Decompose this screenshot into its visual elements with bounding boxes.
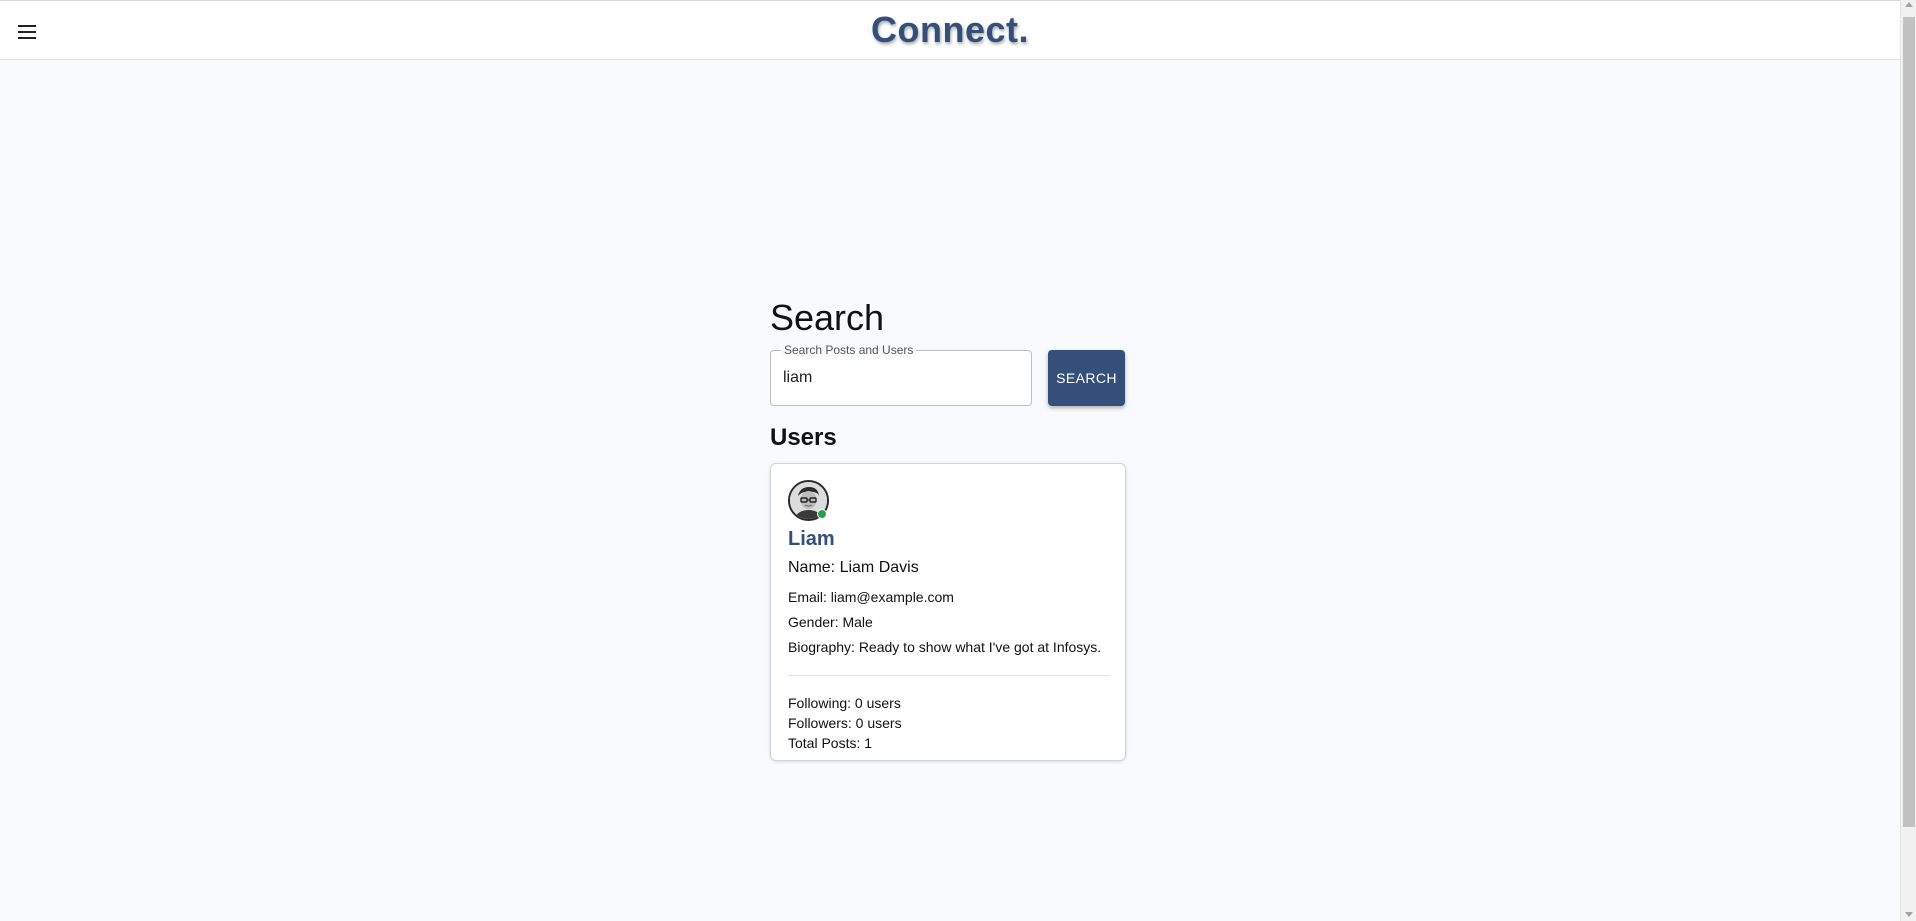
search-button[interactable]: SEARCH <box>1048 350 1125 406</box>
top-app-bar: Connect. <box>0 0 1900 60</box>
scroll-up-arrow-icon[interactable] <box>1905 2 1913 7</box>
card-divider <box>788 675 1110 676</box>
brand-logo-text[interactable]: Connect. <box>0 9 1900 51</box>
search-field[interactable]: Search Posts and Users <box>770 343 1032 406</box>
user-followers-count: Followers: 0 users <box>788 715 902 731</box>
scroll-down-arrow-icon[interactable] <box>1905 912 1913 917</box>
user-total-posts: Total Posts: 1 <box>788 735 873 751</box>
user-gender: Gender: Male <box>788 614 873 630</box>
page-title: Search <box>770 297 885 338</box>
page: Connect. Search Search Posts and Users S… <box>0 0 1916 921</box>
search-row: Search Posts and Users SEARCH <box>770 343 1126 406</box>
search-page-content: Search Search Posts and Users SEARCH Use… <box>770 296 1126 761</box>
user-full-name: Name: Liam Davis <box>788 559 919 576</box>
online-status-indicator <box>817 509 827 519</box>
user-biography: Biography: Ready to show what I've got a… <box>788 639 1102 655</box>
user-email: Email: liam@example.com <box>788 589 954 605</box>
users-section-heading: Users <box>770 424 837 451</box>
scrollbar-thumb[interactable] <box>1903 17 1915 827</box>
search-input[interactable] <box>783 367 1019 389</box>
user-card[interactable]: Liam Name: Liam Davis Email: liam@exampl… <box>770 463 1126 761</box>
user-username[interactable]: Liam <box>788 527 1108 551</box>
vertical-scrollbar[interactable] <box>1900 0 1916 921</box>
user-stats: Following: 0 users Followers: 0 users To… <box>788 693 1108 753</box>
user-following-count: Following: 0 users <box>788 695 901 711</box>
avatar[interactable] <box>788 480 830 522</box>
search-field-label: Search Posts and Users <box>781 343 917 357</box>
